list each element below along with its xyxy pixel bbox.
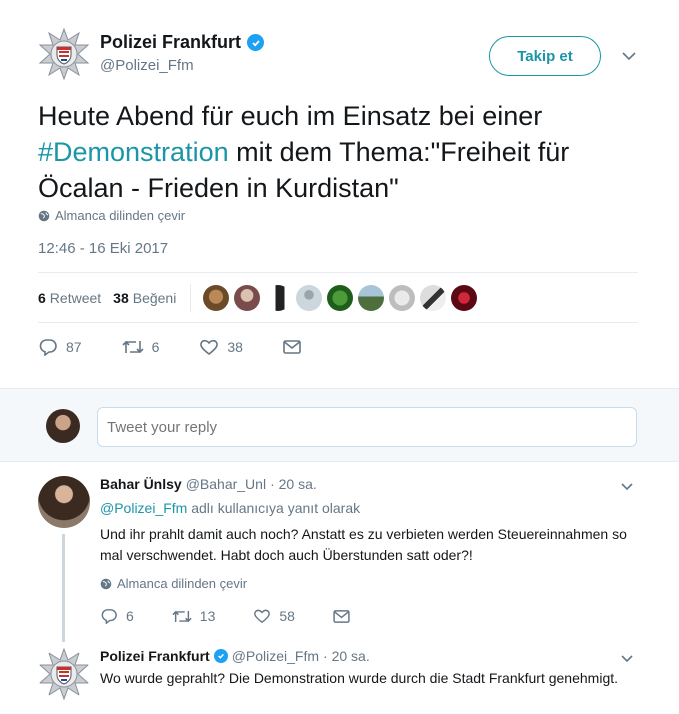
like-count: 58 bbox=[279, 608, 295, 624]
retweet-action[interactable]: 13 bbox=[172, 608, 216, 624]
liker-avatar[interactable] bbox=[234, 285, 261, 311]
reply-author-handle[interactable]: @Bahar_Unl bbox=[186, 476, 266, 492]
message-action[interactable] bbox=[333, 609, 350, 623]
author-handle[interactable]: @Polizei_Ffm bbox=[100, 57, 264, 74]
police-star-avatar[interactable] bbox=[38, 28, 90, 80]
reply-tweet[interactable]: Polizei Frankfurt @Polizei_Ffm · 20 sa. … bbox=[0, 642, 679, 714]
tweet-timestamp[interactable]: 12:46 - 16 Eki 2017 bbox=[38, 240, 168, 257]
heart-icon bbox=[254, 609, 271, 624]
translate-link[interactable]: Almanca dilinden çevir bbox=[38, 208, 185, 223]
like-count: 38 bbox=[227, 339, 243, 355]
retweets-label: Retweet bbox=[49, 290, 102, 306]
liker-avatar[interactable] bbox=[451, 285, 478, 311]
message-action[interactable] bbox=[283, 340, 301, 354]
tweet-header: Polizei Frankfurt @Polizei_Ffm Takip et bbox=[38, 24, 648, 84]
replying-to-handle[interactable]: @Polizei_Ffm bbox=[100, 500, 187, 516]
liker-avatar[interactable] bbox=[358, 285, 385, 311]
reply-author-name[interactable]: Bahar Ünlsy bbox=[100, 476, 182, 492]
reply-count: 87 bbox=[66, 339, 82, 355]
liker-avatar[interactable] bbox=[389, 285, 416, 311]
translate-label[interactable]: Almanca dilinden çevir bbox=[55, 208, 185, 223]
translate-link[interactable]: Almanca dilinden çevir bbox=[100, 576, 247, 591]
reply-actions: 6 13 58 bbox=[100, 608, 388, 624]
retweet-count: 6 bbox=[151, 339, 160, 355]
reply-icon bbox=[39, 339, 57, 356]
verified-badge-icon bbox=[247, 34, 265, 51]
retweet-count: 13 bbox=[199, 608, 216, 624]
reply-action[interactable]: 6 bbox=[100, 608, 134, 624]
replying-to-suffix: adlı kullanıcıya yanıt olarak bbox=[191, 500, 361, 516]
retweet-icon bbox=[122, 340, 144, 354]
retweets-count: 6 bbox=[38, 290, 46, 306]
reply-input[interactable] bbox=[97, 407, 637, 447]
likes-stat[interactable]: 38 Beğeni bbox=[113, 290, 176, 306]
reply-tweet[interactable]: Bahar Ünlsy @Bahar_Unl · 20 sa. @Polizei… bbox=[0, 462, 679, 642]
replying-to: @Polizei_Ffm adlı kullanıcıya yanıt olar… bbox=[100, 500, 360, 516]
tweet-text: Heute Abend für euch im Einsatz bei eine… bbox=[38, 98, 638, 206]
liker-avatars bbox=[203, 285, 478, 311]
tweet-stats: 6 Retweet 38 Beğeni bbox=[38, 284, 478, 312]
retweet-action[interactable]: 6 bbox=[122, 339, 160, 355]
translate-label[interactable]: Almanca dilinden çevir bbox=[117, 576, 247, 591]
chevron-down-icon[interactable] bbox=[621, 48, 637, 64]
reply-author-handle[interactable]: @Polizei_Ffm bbox=[232, 648, 319, 664]
retweets-stat[interactable]: 6 Retweet bbox=[38, 290, 101, 306]
likes-count: 38 bbox=[113, 290, 129, 306]
chevron-down-icon[interactable] bbox=[620, 480, 634, 494]
avatar[interactable] bbox=[46, 409, 80, 443]
envelope-icon bbox=[333, 609, 350, 623]
reply-composer bbox=[0, 388, 679, 462]
liker-avatar[interactable] bbox=[296, 285, 323, 311]
globe-icon bbox=[100, 578, 112, 589]
police-star-avatar[interactable] bbox=[38, 648, 90, 700]
author-name[interactable]: Polizei Frankfurt bbox=[100, 32, 241, 53]
chevron-down-icon[interactable] bbox=[620, 652, 634, 666]
likes-label: Beğeni bbox=[132, 290, 177, 306]
thread-line bbox=[62, 534, 65, 642]
like-action[interactable]: 38 bbox=[199, 338, 243, 356]
avatar[interactable] bbox=[38, 476, 90, 528]
hashtag-link[interactable]: #Demonstration bbox=[38, 137, 229, 167]
reply-icon bbox=[101, 609, 117, 624]
divider bbox=[38, 322, 638, 323]
reply-time[interactable]: · 20 sa. bbox=[323, 648, 370, 664]
reply-time[interactable]: · 20 sa. bbox=[270, 476, 317, 492]
tweet-text-before: Heute Abend für euch im Einsatz bei eine… bbox=[38, 101, 543, 131]
reply-header: Polizei Frankfurt @Polizei_Ffm · 20 sa. bbox=[100, 648, 370, 664]
liker-avatar[interactable] bbox=[203, 285, 230, 311]
follow-button[interactable]: Takip et bbox=[489, 36, 601, 76]
reply-action[interactable]: 87 bbox=[38, 338, 82, 356]
verified-badge-icon bbox=[213, 649, 228, 663]
liker-avatar[interactable] bbox=[265, 285, 292, 311]
reply-header: Bahar Ünlsy @Bahar_Unl · 20 sa. bbox=[100, 476, 317, 492]
envelope-icon bbox=[283, 340, 301, 354]
reply-text: Wo wurde geprahlt? Die Demonstration wur… bbox=[100, 670, 619, 686]
heart-icon bbox=[200, 339, 219, 356]
divider bbox=[38, 272, 638, 273]
tweet-actions: 87 6 38 bbox=[38, 338, 341, 356]
liker-avatar[interactable] bbox=[420, 285, 447, 311]
like-action[interactable]: 58 bbox=[253, 608, 295, 624]
liker-avatar[interactable] bbox=[327, 285, 354, 311]
reply-author-name[interactable]: Polizei Frankfurt bbox=[100, 648, 210, 664]
stats-separator bbox=[190, 284, 192, 312]
reply-text: Und ihr prahlt damit auch noch? Anstatt … bbox=[100, 526, 627, 563]
author-block[interactable]: Polizei Frankfurt @Polizei_Ffm bbox=[100, 32, 265, 74]
globe-icon bbox=[38, 210, 50, 221]
retweet-icon bbox=[172, 610, 192, 622]
reply-count: 6 bbox=[126, 608, 134, 624]
